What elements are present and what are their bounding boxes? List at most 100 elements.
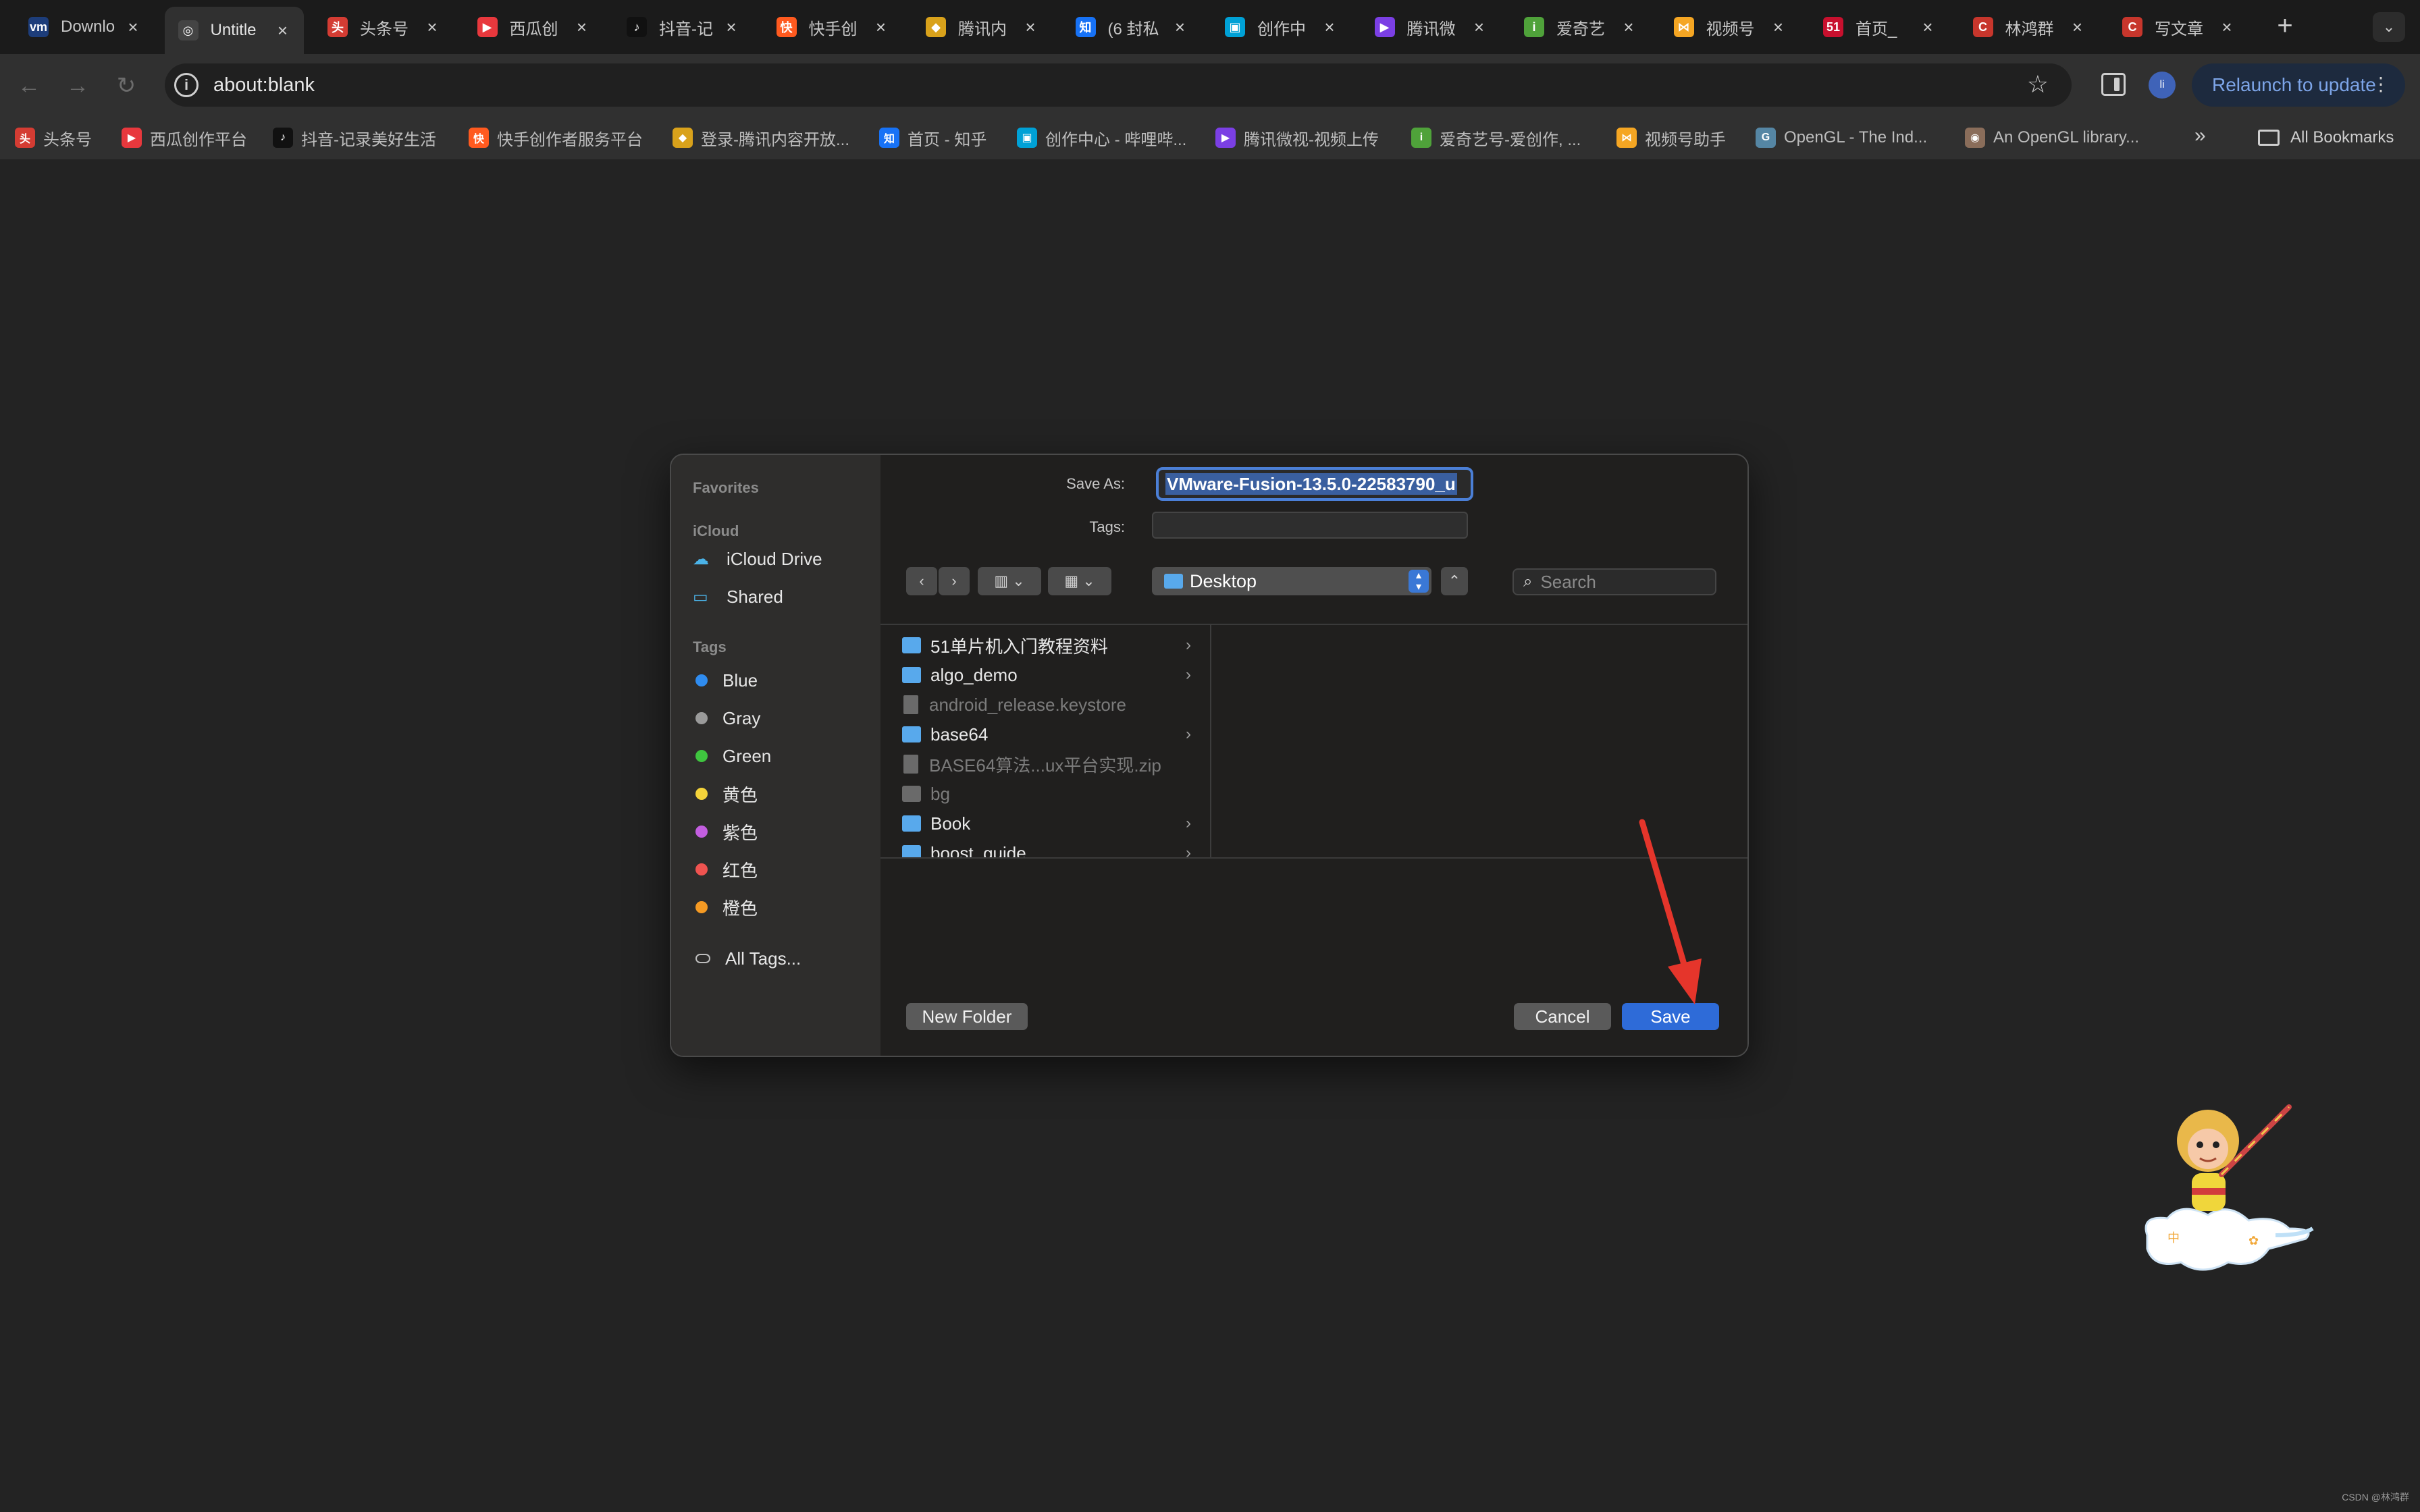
all-bookmarks-button[interactable]: All Bookmarks bbox=[2258, 128, 2394, 147]
close-icon[interactable]: × bbox=[1172, 17, 1189, 38]
tag-color-dot-icon bbox=[695, 863, 708, 875]
file-row[interactable]: Book › bbox=[880, 809, 1211, 838]
file-row[interactable]: BASE64算法...ux平台实现.zip bbox=[880, 749, 1211, 779]
bookmark-item[interactable]: i 爱奇艺号-爱创作, ... bbox=[1411, 126, 1581, 150]
close-icon[interactable]: × bbox=[573, 17, 591, 38]
profile-avatar[interactable]: li bbox=[2149, 72, 2176, 99]
tab[interactable]: vm Downlo × bbox=[15, 7, 154, 47]
tab-search-chevron-icon[interactable]: ⌄ bbox=[2373, 12, 2405, 42]
tab[interactable]: ◎ Untitle × bbox=[164, 7, 304, 54]
relaunch-to-update-button[interactable]: Relaunch to update ⋮ bbox=[2192, 63, 2405, 107]
expand-chevron-up-icon[interactable]: ⌃ bbox=[1441, 567, 1468, 595]
bookmark-item[interactable]: 快快手创作者服务平台 bbox=[469, 126, 643, 150]
cloud-icon: ☁ bbox=[693, 549, 709, 568]
bookmark-star-icon[interactable]: ☆ bbox=[2027, 70, 2049, 99]
bookmark-item[interactable]: ♪ 抖音-记录美好生活 bbox=[273, 126, 436, 150]
column-divider[interactable] bbox=[1210, 624, 1211, 857]
close-icon[interactable]: × bbox=[423, 17, 441, 38]
tab[interactable]: 知 (6 封私 × bbox=[1062, 7, 1201, 47]
forward-arrow-icon[interactable]: → bbox=[61, 69, 95, 103]
more-bookmarks-icon[interactable]: » bbox=[2194, 124, 2206, 147]
tags-field[interactable] bbox=[1152, 512, 1468, 539]
sidebar-tag-item[interactable]: 红色 bbox=[693, 856, 758, 883]
tab[interactable]: 头头条号 × bbox=[314, 7, 453, 47]
save-as-field[interactable]: VMware-Fusion-13.5.0-22583790_u bbox=[1156, 467, 1473, 501]
column-view-icon[interactable]: ▥ ⌄ bbox=[978, 567, 1041, 595]
tab[interactable]: C 写文章 × bbox=[2109, 7, 2248, 47]
side-panel-icon[interactable] bbox=[2101, 73, 2126, 96]
new-folder-button[interactable]: New Folder bbox=[906, 1003, 1028, 1030]
bookmark-favicon-icon: ▶ bbox=[122, 128, 142, 148]
close-icon[interactable]: × bbox=[2218, 17, 2236, 38]
tab[interactable]: ⋈ 视频号 × bbox=[1660, 7, 1799, 47]
close-icon[interactable]: × bbox=[1620, 17, 1637, 38]
bookmark-item[interactable]: 头头条号 bbox=[15, 126, 92, 150]
tab[interactable]: C 林鸿群 × bbox=[1959, 7, 2099, 47]
group-view-icon[interactable]: ▦ ⌄ bbox=[1048, 567, 1111, 595]
file-row[interactable]: bg bbox=[880, 779, 1211, 809]
tab[interactable]: ♪ 抖音-记 × bbox=[613, 7, 752, 47]
address-bar[interactable]: i about:blank ☆ bbox=[165, 63, 2072, 107]
sidebar-tag-item[interactable]: Gray bbox=[693, 705, 760, 732]
close-icon[interactable]: × bbox=[2069, 17, 2086, 38]
close-icon[interactable]: × bbox=[1919, 17, 1937, 38]
tab[interactable]: 快快手创 × bbox=[763, 7, 902, 47]
sidebar-tag-item[interactable]: 紫色 bbox=[693, 818, 758, 845]
bookmark-item[interactable]: ▶ 腾讯微视-视频上传 bbox=[1215, 126, 1379, 150]
location-popup[interactable]: Desktop ▴ ▾ bbox=[1152, 567, 1431, 595]
save-as-value[interactable]: VMware-Fusion-13.5.0-22583790_u bbox=[1165, 473, 1457, 495]
new-tab-button[interactable]: + bbox=[2269, 11, 2301, 43]
file-row[interactable]: boost_guide › bbox=[880, 838, 1211, 857]
close-icon[interactable]: × bbox=[1471, 17, 1488, 38]
bookmark-label: 快手创作者服务平台 bbox=[497, 130, 643, 149]
file-row[interactable]: algo_demo › bbox=[880, 660, 1211, 690]
search-input[interactable]: ⌕ Search bbox=[1512, 568, 1716, 595]
sidebar-tag-item[interactable]: 黄色 bbox=[693, 780, 758, 807]
csdn-icon: C bbox=[2122, 17, 2142, 37]
tab[interactable]: ▣ 创作中 × bbox=[1211, 7, 1350, 47]
close-icon[interactable]: × bbox=[1770, 17, 1787, 38]
close-icon[interactable]: × bbox=[1321, 17, 1338, 38]
sidebar-tag-item[interactable]: Blue bbox=[693, 667, 758, 694]
close-icon[interactable]: × bbox=[722, 17, 740, 38]
tab[interactable]: ▶ 腾讯微 × bbox=[1361, 7, 1500, 47]
bookmark-label: OpenGL - The Ind... bbox=[1784, 128, 1928, 146]
sidebar-tag-item[interactable]: 橙色 bbox=[693, 894, 758, 921]
close-icon[interactable]: × bbox=[872, 17, 890, 38]
address-text[interactable]: about:blank bbox=[213, 74, 315, 97]
bookmark-item[interactable]: ▣ 创作中心 - 哔哩哔... bbox=[1017, 126, 1186, 150]
bookmark-label: 登录-腾讯内容开放... bbox=[701, 130, 849, 149]
site-info-icon[interactable]: i bbox=[174, 73, 199, 97]
file-row[interactable]: base64 › bbox=[880, 720, 1211, 749]
close-icon[interactable]: × bbox=[1022, 17, 1039, 38]
tab[interactable]: i 爱奇艺 × bbox=[1510, 7, 1650, 47]
tab-strip: + ⌄ vm Downlo × ◎ Untitle × 头头条号 × ▶ 西瓜创 × ♪ 抖音-记 × 快快… bbox=[0, 0, 2420, 54]
file-name: bg bbox=[930, 783, 950, 804]
tab-title: 头条号 bbox=[360, 20, 409, 38]
tab[interactable]: 51 首页_ × bbox=[1810, 7, 1949, 47]
desktop: + ⌄ vm Downlo × ◎ Untitle × 头头条号 × ▶ 西瓜创 × ♪ 抖音-记 × 快快… bbox=[0, 0, 2420, 1512]
sidebar-item-all-tags[interactable]: All Tags... bbox=[693, 945, 801, 972]
bookmark-item[interactable]: G OpenGL - The Ind... bbox=[1756, 126, 1927, 150]
bookmark-item[interactable]: ◆ 登录-腾讯内容开放... bbox=[673, 126, 849, 150]
reload-icon[interactable]: ↻ bbox=[109, 69, 143, 103]
sidebar-tag-item[interactable]: Green bbox=[693, 742, 771, 770]
back-chevron-icon[interactable]: ‹ bbox=[906, 567, 937, 595]
bookmark-item[interactable]: ◉ An OpenGL library... bbox=[1965, 126, 2139, 150]
file-row[interactable]: 51单片机入门教程资料 › bbox=[880, 630, 1211, 660]
bookmark-item[interactable]: 知首页 - 知乎 bbox=[879, 126, 987, 150]
file-row[interactable]: android_release.keystore bbox=[880, 690, 1211, 720]
sidebar-item-icloud-drive[interactable]: ☁ iCloud Drive bbox=[693, 545, 822, 572]
close-icon[interactable]: × bbox=[124, 17, 142, 38]
sidebar-item-shared[interactable]: ▭ Shared bbox=[693, 583, 783, 610]
tab[interactable]: ◆ 腾讯内 × bbox=[912, 7, 1051, 47]
forward-chevron-icon[interactable]: › bbox=[939, 567, 970, 595]
bookmark-label: 视频号助手 bbox=[1645, 130, 1726, 149]
bookmark-item[interactable]: ▶ 西瓜创作平台 bbox=[122, 126, 247, 150]
cancel-button[interactable]: Cancel bbox=[1514, 1003, 1611, 1030]
bookmark-item[interactable]: ⋈ 视频号助手 bbox=[1616, 126, 1726, 150]
menu-dots-icon[interactable]: ⋮ bbox=[2371, 73, 2390, 95]
close-icon[interactable]: × bbox=[274, 20, 292, 41]
tab[interactable]: ▶ 西瓜创 × bbox=[464, 7, 603, 47]
back-arrow-icon[interactable]: ← bbox=[12, 69, 46, 103]
